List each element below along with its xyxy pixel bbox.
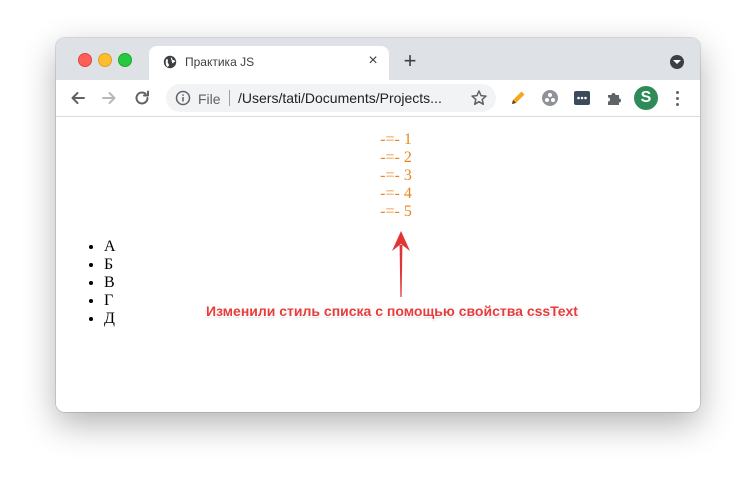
- extension-icon: [542, 90, 558, 106]
- info-icon[interactable]: [175, 90, 191, 106]
- list-item: В: [104, 274, 116, 292]
- browser-window: Практика JS × + File /Users/tati/Documen…: [56, 38, 700, 412]
- close-icon[interactable]: ×: [365, 53, 381, 69]
- pencil-icon: [512, 91, 525, 104]
- list-item: -=- 5: [380, 203, 412, 220]
- arrow-up-icon: [392, 231, 410, 297]
- maximize-window-button[interactable]: [118, 53, 132, 67]
- reload-icon: [135, 90, 149, 105]
- profile-avatar[interactable]: S: [634, 86, 658, 110]
- dots-extension-button[interactable]: [572, 88, 592, 108]
- annotation-text: Изменили стиль списка с помощью свойства…: [206, 303, 578, 319]
- back-button[interactable]: [68, 88, 88, 108]
- url-scheme-label: File: [198, 91, 221, 107]
- list-item: -=- 3: [380, 167, 412, 184]
- page-content: -=- 1 -=- 2 -=- 3 -=- 4 -=- 5 А Б В Г Д …: [56, 117, 700, 412]
- address-divider: [229, 90, 230, 106]
- forward-icon: [102, 92, 116, 104]
- title-bar: Практика JS × +: [56, 38, 700, 80]
- toolbar: File /Users/tati/Documents/Projects... S: [56, 80, 700, 117]
- list-item: Д: [104, 310, 116, 328]
- bulleted-list: А Б В Г Д: [104, 238, 116, 328]
- extensions-menu-button[interactable]: [604, 88, 624, 108]
- forward-button[interactable]: [99, 88, 119, 108]
- list-item: -=- 2: [380, 149, 412, 166]
- list-item: Г: [104, 292, 116, 310]
- styled-list: -=- 1 -=- 2 -=- 3 -=- 4 -=- 5: [56, 131, 700, 221]
- tab-title: Практика JS: [185, 55, 255, 69]
- url-text[interactable]: /Users/tati/Documents/Projects...: [238, 90, 460, 106]
- star-icon[interactable]: [470, 89, 488, 107]
- list-item: -=- 1: [380, 131, 412, 148]
- globe-icon: [163, 55, 177, 69]
- minimize-window-button[interactable]: [98, 53, 112, 67]
- kebab-menu-icon[interactable]: [672, 88, 684, 108]
- list-item: А: [104, 238, 116, 256]
- reload-button[interactable]: [132, 88, 152, 108]
- tab-praktika-js[interactable]: Практика JS ×: [149, 46, 389, 80]
- back-icon: [71, 92, 85, 104]
- plus-icon[interactable]: +: [400, 50, 420, 72]
- extension-button[interactable]: [540, 88, 560, 108]
- chevron-down-icon[interactable]: [670, 55, 684, 69]
- pencil-extension-button[interactable]: [508, 88, 528, 108]
- list-item: -=- 4: [380, 185, 412, 202]
- close-window-button[interactable]: [78, 53, 92, 67]
- message-dots-icon: [574, 91, 590, 105]
- list-item: Б: [104, 256, 116, 274]
- puzzle-icon: [608, 93, 621, 105]
- address-bar[interactable]: File /Users/tati/Documents/Projects...: [166, 84, 496, 112]
